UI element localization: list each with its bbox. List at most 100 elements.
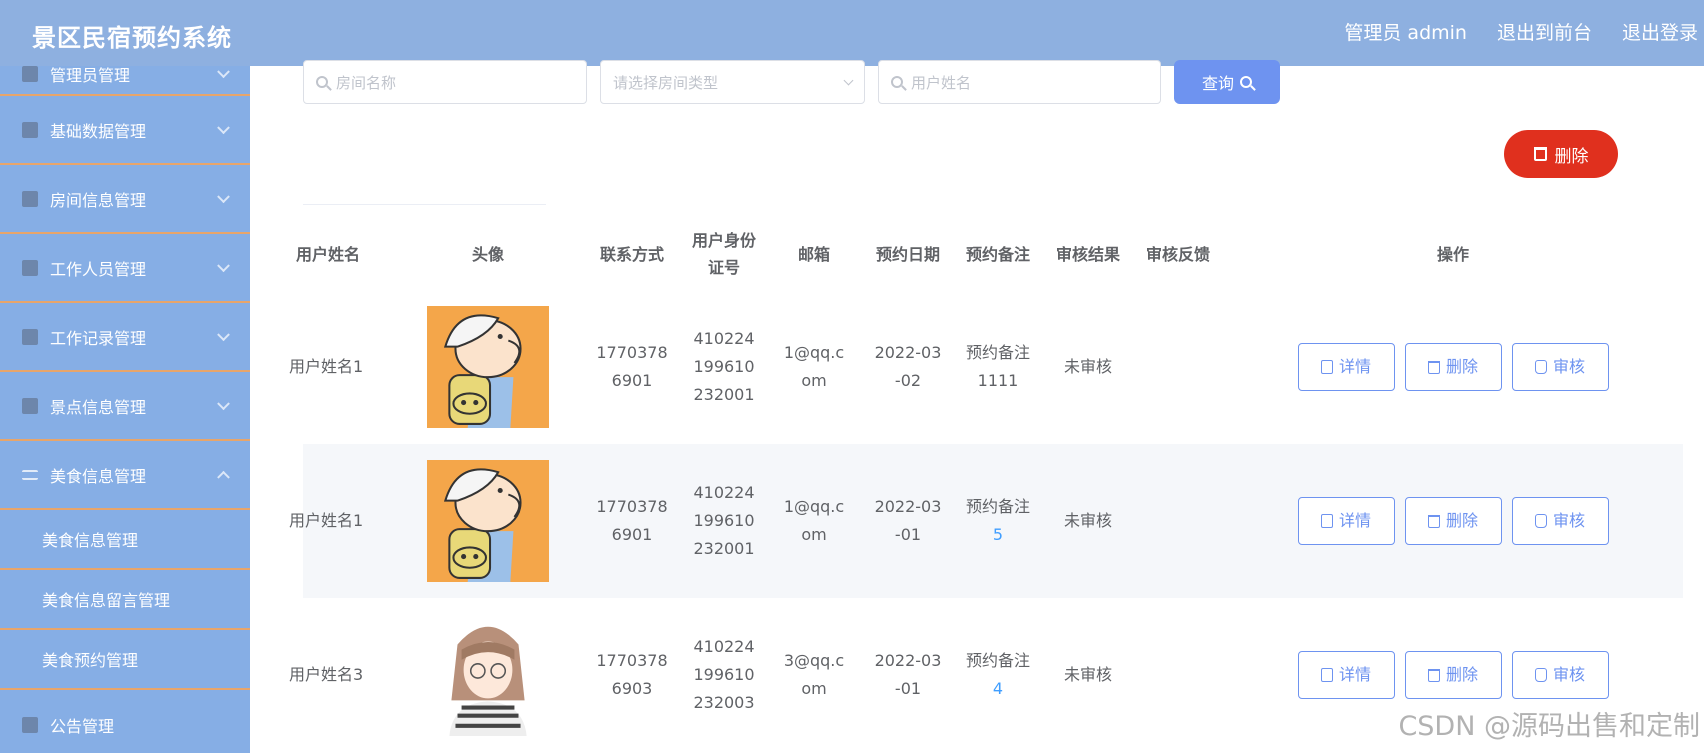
review-button[interactable]: 审核: [1511, 497, 1609, 545]
date-text: 2022-03-01: [874, 651, 942, 698]
header-actions: 操作: [1436, 244, 1469, 264]
sidebar-subitem-food-comments[interactable]: 美食信息留言管理: [0, 570, 250, 630]
cell-actions: 详情 删除 审核: [1223, 290, 1683, 444]
header-email[interactable]: 邮箱: [765, 218, 863, 290]
room-name-input[interactable]: 房间名称: [303, 60, 587, 104]
cell-email: 3@qq.com: [765, 598, 863, 752]
review-button[interactable]: 审核: [1511, 651, 1609, 699]
table-row: 用户姓名1 17703786901 410224199610232001 1@qq.c…: [289, 290, 1683, 444]
header-id-card[interactable]: 用户身份证号: [683, 218, 765, 290]
cell-feedback: [1133, 444, 1223, 598]
exit-to-front-link[interactable]: 退出到前台: [1497, 18, 1592, 45]
cell-phone: 17703786901: [581, 444, 683, 598]
thumbs-up-icon: [1534, 360, 1547, 374]
phone-text: 17703786901: [596, 343, 668, 390]
note-number: 4: [992, 679, 1004, 698]
note-prefix: 预约备注: [965, 497, 1030, 516]
cell-feedback: [1133, 598, 1223, 752]
sidebar-item-base-data[interactable]: 基础数据管理: [0, 96, 250, 165]
cell-user-name: 用户姓名3: [289, 598, 395, 752]
cell-email: 1@qq.com: [765, 444, 863, 598]
room-type-select[interactable]: 请选择房间类型: [600, 60, 865, 104]
detail-button[interactable]: 详情: [1297, 343, 1395, 391]
sidebar-item-admin[interactable]: 管理员管理: [0, 66, 250, 96]
logout-link[interactable]: 退出登录: [1622, 18, 1698, 45]
sidebar-item-notice[interactable]: 公告管理: [0, 690, 250, 753]
header-feedback[interactable]: 审核反馈: [1133, 218, 1223, 290]
sidebar-item-label: 管理员管理: [50, 66, 131, 85]
avatar-image: [427, 460, 549, 582]
delete-button[interactable]: 删除: [1404, 497, 1502, 545]
avatar-image: [427, 614, 549, 736]
row-actions: 详情 删除 审核: [1223, 651, 1683, 699]
header-note[interactable]: 预约备注: [953, 218, 1043, 290]
sidebar: 管理员管理 基础数据管理 房间信息管理 工作人员管理 工作记录管理 景点信息管理…: [0, 66, 250, 753]
id-card-text: 410224199610232003: [693, 637, 755, 712]
table-body: 用户姓名1 17703786901 410224199610232001 1@qq.c…: [289, 290, 1683, 752]
sidebar-item-room-info[interactable]: 房间信息管理: [0, 165, 250, 234]
phone-text: 17703786901: [596, 497, 668, 544]
detail-label: 详情: [1338, 357, 1371, 376]
search-bar: 房间名称 请选择房间类型 用户姓名 查询: [303, 60, 1280, 104]
email-text: 1@qq.com: [783, 343, 845, 390]
cell-date: 2022-03-01: [863, 444, 953, 598]
sidebar-item-work-record[interactable]: 工作记录管理: [0, 303, 250, 372]
cell-user-name: 用户姓名1: [289, 444, 395, 598]
delete-button[interactable]: 删除: [1404, 343, 1502, 391]
trash-icon: [1427, 360, 1440, 374]
header-avatar[interactable]: 头像: [395, 218, 581, 290]
sidebar-item-scenic[interactable]: 景点信息管理: [0, 372, 250, 441]
delete-button[interactable]: 删除: [1404, 651, 1502, 699]
detail-button[interactable]: 详情: [1297, 651, 1395, 699]
header-user-name[interactable]: 用户姓名: [296, 218, 395, 290]
admin-user-label: 管理员 admin: [1344, 22, 1467, 44]
table-row: 用户姓名1 17703786901 410224199610232001 1@qq.c…: [289, 444, 1683, 598]
query-button[interactable]: 查询: [1174, 60, 1280, 104]
review-button[interactable]: 审核: [1511, 343, 1609, 391]
cell-status: 未审核: [1043, 444, 1133, 598]
search-icon: [891, 76, 903, 88]
row-actions: 详情 删除 审核: [1223, 343, 1683, 391]
document-icon: [1320, 668, 1333, 682]
sidebar-item-label: 景点信息管理: [50, 397, 147, 417]
query-label: 查询: [1201, 74, 1234, 93]
cell-status: 未审核: [1063, 357, 1112, 376]
detail-label: 详情: [1338, 665, 1371, 684]
chevron-up-icon: [217, 470, 230, 484]
document-icon: [1320, 514, 1333, 528]
bulk-delete-button[interactable]: 删除: [1504, 130, 1618, 178]
notice-icon: [22, 716, 38, 733]
cell-actions: 详情 删除 审核: [1223, 444, 1683, 598]
trash-icon: [1533, 147, 1547, 161]
detail-button[interactable]: 详情: [1297, 497, 1395, 545]
email-text: 1@qq.com: [783, 497, 845, 544]
avatar-image: [427, 306, 549, 428]
sidebar-item-label: 工作记录管理: [50, 328, 147, 348]
review-label: 审核: [1552, 357, 1585, 376]
document-icon: [1320, 360, 1333, 374]
review-label: 审核: [1552, 511, 1585, 530]
user-name-text: 用户姓名1: [289, 357, 364, 376]
sidebar-item-food[interactable]: 美食信息管理: [0, 441, 250, 510]
header-date[interactable]: 预约日期: [863, 218, 953, 290]
note-number: 1111: [977, 371, 1019, 390]
sidebar-subitem-food-info[interactable]: 美食信息管理: [0, 510, 250, 570]
menu-icon: [22, 469, 38, 480]
id-card-text: 410224199610232001: [693, 483, 755, 558]
chevron-down-icon: [217, 66, 230, 79]
user-name-text: 用户姓名1: [289, 511, 364, 530]
sidebar-subitem-food-booking[interactable]: 美食预约管理: [0, 630, 250, 690]
date-text: 2022-03-02: [874, 343, 942, 390]
header-phone[interactable]: 联系方式: [581, 218, 683, 290]
thumbs-up-icon: [1534, 668, 1547, 682]
header-status[interactable]: 审核结果: [1043, 218, 1133, 290]
cell-email: 1@qq.com: [765, 290, 863, 444]
sidebar-item-staff[interactable]: 工作人员管理: [0, 234, 250, 303]
table-header-row: 用户姓名 头像 联系方式 用户身份证号 邮箱 预约日期 预约备注 审核结果 审核…: [296, 218, 1683, 290]
cell-date: 2022-03-01: [863, 598, 953, 752]
cell-phone: 17703786903: [581, 598, 683, 752]
cell-feedback: [1133, 290, 1223, 444]
chevron-down-icon: [217, 327, 230, 341]
user-name-input[interactable]: 用户姓名: [878, 60, 1161, 104]
note-prefix: 预约备注: [965, 651, 1030, 670]
